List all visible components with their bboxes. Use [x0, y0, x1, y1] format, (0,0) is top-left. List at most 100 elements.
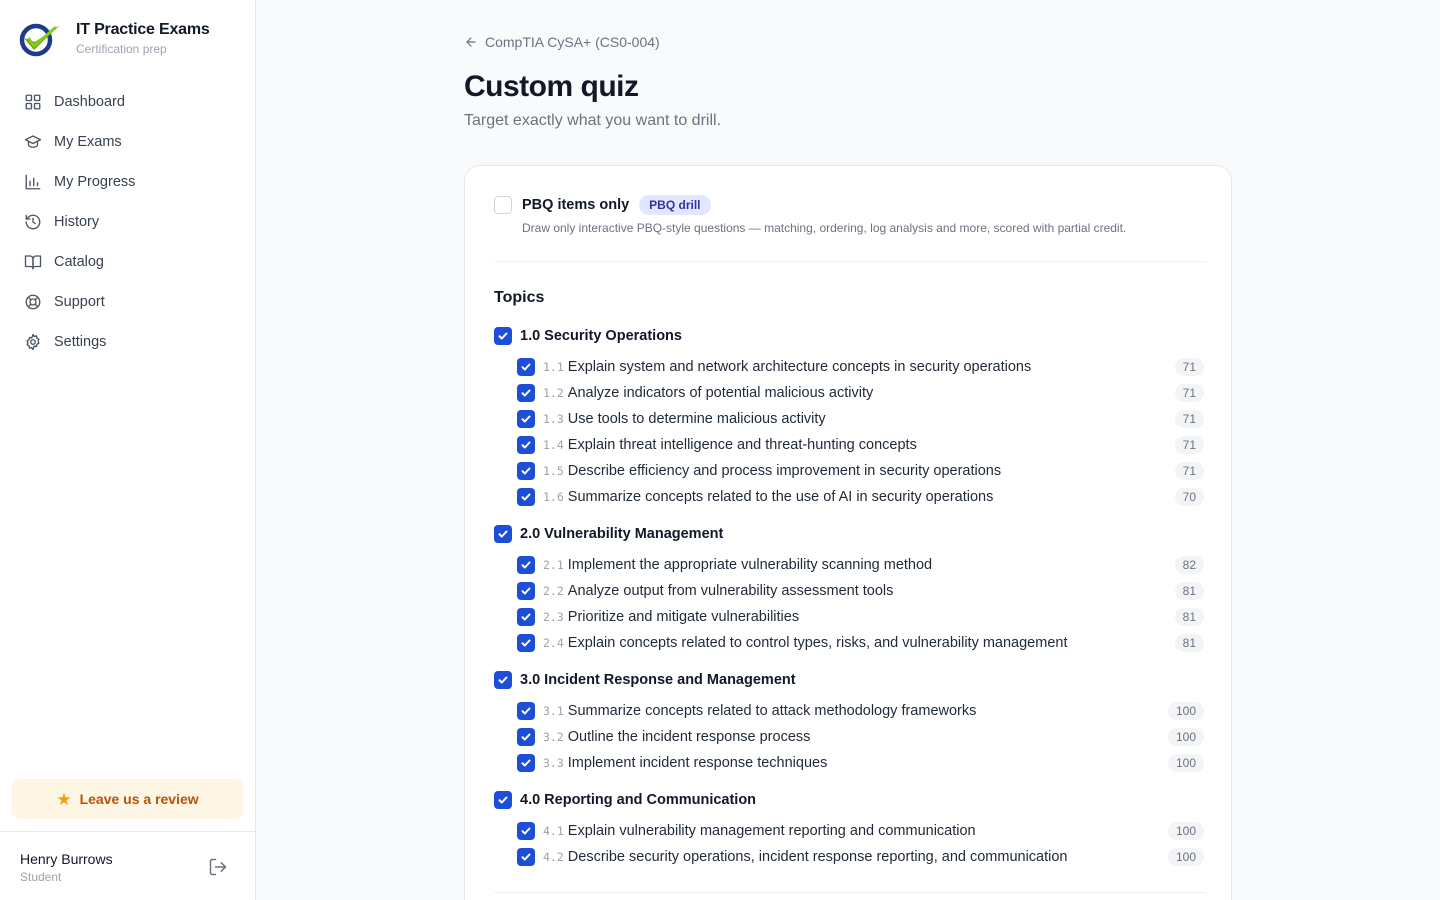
- objective-option[interactable]: 2.1 Implement the appropriate vulnerabili…: [494, 552, 1204, 578]
- sidebar-item-label: Support: [54, 294, 105, 310]
- objective-option[interactable]: 1.5 Describe efficiency and process impro…: [494, 458, 1204, 484]
- pbq-only-label: PBQ items only: [522, 197, 630, 213]
- question-count-badge: 100: [1167, 702, 1204, 720]
- objective-checkbox[interactable]: [517, 358, 535, 376]
- objective-label: Describe security operations, incident r…: [567, 849, 1068, 865]
- sidebar-item-my-exams[interactable]: My Exams: [12, 122, 244, 162]
- pbq-only-option[interactable]: PBQ items only PBQ drill: [494, 195, 711, 215]
- objective-checkbox[interactable]: [517, 728, 535, 746]
- question-count-badge: 71: [1174, 384, 1204, 402]
- objective-option[interactable]: 1.6 Summarize concepts related to the use…: [494, 484, 1204, 510]
- sidebar-item-label: Catalog: [54, 254, 104, 270]
- sidebar-item-label: My Exams: [54, 134, 122, 150]
- objective-label: Use tools to determine malicious activit…: [567, 411, 826, 427]
- logout-icon[interactable]: [208, 857, 228, 877]
- objective-checkbox[interactable]: [517, 556, 535, 574]
- objective-option[interactable]: 2.2 Analyze output from vulnerability ass…: [494, 578, 1204, 604]
- logo-icon: [19, 23, 60, 56]
- topic-domain: 2.0 Vulnerability Management 2.1 Implement…: [494, 524, 1204, 656]
- domain-option[interactable]: 3.0 Incident Response and Management: [494, 670, 1204, 690]
- brand-subtitle: Certification prep: [76, 42, 167, 56]
- sidebar-item-label: My Progress: [54, 174, 136, 190]
- topic-domain: 4.0 Reporting and Communication 4.1 Explai…: [494, 790, 1204, 870]
- arrow-left-icon: [466, 37, 476, 47]
- pbq-only-checkbox[interactable]: [494, 196, 512, 214]
- user-name: Henry Burrows: [20, 851, 113, 867]
- domain-checkbox[interactable]: [494, 525, 512, 543]
- gear-icon: [24, 333, 42, 351]
- brand-name: IT Practice Exams: [76, 21, 210, 38]
- question-count-badge: 71: [1174, 358, 1204, 376]
- star-icon: ★: [56, 789, 72, 809]
- objective-option[interactable]: 3.1 Summarize concepts related to attack …: [494, 698, 1204, 724]
- graduation-cap-icon: [24, 133, 42, 151]
- objective-option[interactable]: 4.1 Explain vulnerability management repo…: [494, 818, 1204, 844]
- objective-option[interactable]: 1.3 Use tools to determine malicious acti…: [494, 406, 1204, 432]
- objective-label: Implement the appropriate vulnerability …: [567, 557, 933, 573]
- page-title: Custom quiz: [464, 70, 639, 103]
- objective-label: Analyze indicators of potential maliciou…: [567, 385, 874, 401]
- objective-option[interactable]: 3.3 Implement incident response technique…: [494, 750, 1204, 776]
- objective-checkbox[interactable]: [517, 702, 535, 720]
- domain-option[interactable]: 1.0 Security Operations: [494, 326, 1204, 346]
- question-count-badge: 100: [1167, 754, 1204, 772]
- objective-number: 1.5: [543, 464, 564, 478]
- objective-checkbox[interactable]: [517, 608, 535, 626]
- topics-list: 1.0 Security Operations 1.1 Explain system…: [494, 326, 1204, 884]
- objective-option[interactable]: 2.3 Prioritize and mitigate vulnerabiliti…: [494, 604, 1204, 630]
- domain-label: 1.0 Security Operations: [520, 328, 682, 344]
- sidebar-item-catalog[interactable]: Catalog: [12, 242, 244, 282]
- domain-option[interactable]: 4.0 Reporting and Communication: [494, 790, 1204, 810]
- objective-label: Outline the incident response process: [567, 729, 811, 745]
- user-panel: Henry Burrows Student: [0, 831, 255, 900]
- bar-chart-icon: [24, 173, 42, 191]
- objective-option[interactable]: 1.1 Explain system and network architectu…: [494, 354, 1204, 380]
- objective-checkbox[interactable]: [517, 410, 535, 428]
- sidebar-item-support[interactable]: Support: [12, 282, 244, 322]
- breadcrumb-back-link[interactable]: CompTIA CySA+ (CS0-004): [464, 34, 660, 50]
- objective-checkbox[interactable]: [517, 462, 535, 480]
- objective-option[interactable]: 1.2 Analyze indicators of potential malic…: [494, 380, 1204, 406]
- pbq-drill-badge: PBQ drill: [639, 195, 711, 215]
- objective-checkbox[interactable]: [517, 848, 535, 866]
- objective-checkbox[interactable]: [517, 754, 535, 772]
- breadcrumb-label: CompTIA CySA+ (CS0-004): [485, 34, 660, 50]
- history-icon: [24, 213, 42, 231]
- sidebar-item-my-progress[interactable]: My Progress: [12, 162, 244, 202]
- quiz-options-card: PBQ items only PBQ drill Draw only inter…: [464, 165, 1232, 900]
- objective-label: Prioritize and mitigate vulnerabilities: [567, 609, 800, 625]
- pbq-description: Draw only interactive PBQ-style question…: [522, 221, 1127, 235]
- objective-number: 4.2: [543, 850, 564, 864]
- divider: [494, 892, 1206, 893]
- objective-option[interactable]: 1.4 Explain threat intelligence and threa…: [494, 432, 1204, 458]
- topic-domain: 1.0 Security Operations 1.1 Explain system…: [494, 326, 1204, 510]
- sidebar-item-settings[interactable]: Settings: [12, 322, 244, 362]
- sidebar-item-dashboard[interactable]: Dashboard: [12, 82, 244, 122]
- sidebar-item-label: Dashboard: [54, 94, 125, 110]
- objective-option[interactable]: 2.4 Explain concepts related to control t…: [494, 630, 1204, 656]
- book-icon: [24, 253, 42, 271]
- domain-option[interactable]: 2.0 Vulnerability Management: [494, 524, 1204, 544]
- brand[interactable]: IT Practice Exams Certification prep: [19, 20, 210, 57]
- objective-checkbox[interactable]: [517, 822, 535, 840]
- domain-checkbox[interactable]: [494, 791, 512, 809]
- sidebar-item-history[interactable]: History: [12, 202, 244, 242]
- question-count-badge: 71: [1174, 436, 1204, 454]
- objective-option[interactable]: 4.2 Describe security operations, inciden…: [494, 844, 1204, 870]
- objective-number: 3.3: [543, 756, 564, 770]
- leave-review-label: Leave us a review: [79, 791, 199, 807]
- leave-review-button[interactable]: ★ Leave us a review: [12, 779, 243, 819]
- objective-checkbox[interactable]: [517, 634, 535, 652]
- sidebar-item-label: History: [54, 214, 100, 230]
- objective-label: Explain system and network architecture …: [567, 359, 1032, 375]
- objective-checkbox[interactable]: [517, 384, 535, 402]
- domain-label: 3.0 Incident Response and Management: [520, 672, 796, 688]
- objective-option[interactable]: 3.2 Outline the incident response process…: [494, 724, 1204, 750]
- objective-number: 1.4: [543, 438, 564, 452]
- objective-checkbox[interactable]: [517, 582, 535, 600]
- objective-number: 4.1: [543, 824, 564, 838]
- objective-checkbox[interactable]: [517, 488, 535, 506]
- domain-checkbox[interactable]: [494, 671, 512, 689]
- objective-checkbox[interactable]: [517, 436, 535, 454]
- domain-checkbox[interactable]: [494, 327, 512, 345]
